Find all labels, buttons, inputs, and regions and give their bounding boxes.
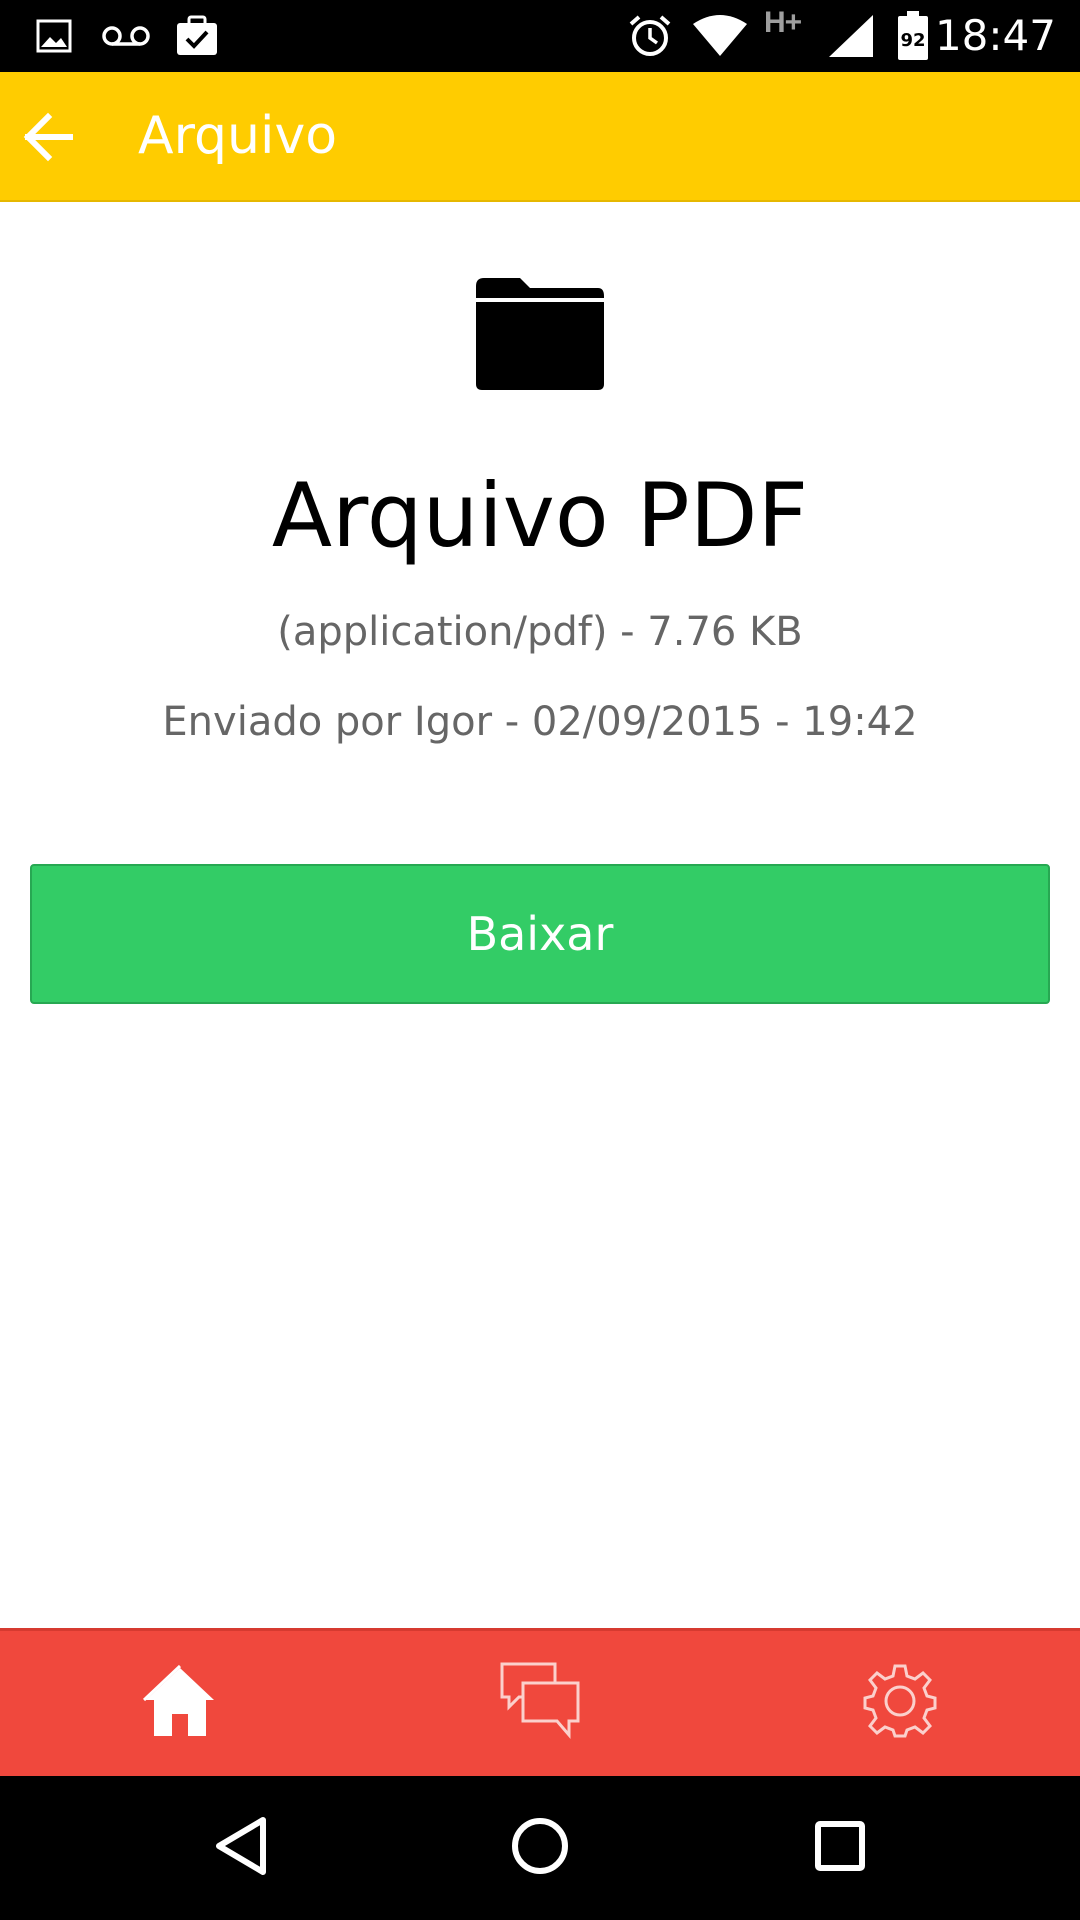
- image-icon: [34, 14, 74, 58]
- system-nav-bar: [0, 1776, 1080, 1920]
- nav-recents-button[interactable]: [760, 1776, 920, 1920]
- bottom-tab-bar: [0, 1628, 1080, 1776]
- gear-icon: [862, 1663, 938, 1744]
- nav-back-button[interactable]: [160, 1776, 320, 1920]
- status-bar: H+ 92 18:47: [0, 0, 1080, 72]
- alarm-icon: [626, 14, 674, 58]
- clipboard-check-icon: [174, 14, 220, 58]
- network-type: H+: [764, 6, 802, 39]
- download-button[interactable]: Baixar: [30, 864, 1050, 1004]
- wifi-icon: [690, 14, 750, 58]
- home-circle-icon: [510, 1816, 570, 1881]
- folder-icon: [470, 274, 608, 394]
- signal-icon: [826, 14, 876, 58]
- file-sender-info: Enviado por Igor - 02/09/2015 - 19:42: [162, 699, 918, 745]
- chat-icon: [499, 1661, 581, 1746]
- file-meta: (application/pdf) - 7.76 KB: [277, 609, 803, 655]
- page-title: Arquivo: [138, 106, 338, 166]
- battery-level: 92: [900, 30, 926, 51]
- voicemail-icon: [100, 14, 152, 58]
- tab-chat[interactable]: [360, 1631, 720, 1776]
- tab-home[interactable]: [0, 1631, 360, 1776]
- arrow-left-icon[interactable]: [20, 109, 76, 165]
- back-triangle-icon: [213, 1816, 267, 1881]
- home-icon: [142, 1664, 218, 1743]
- app-bar: Arquivo: [0, 72, 1080, 202]
- download-button-label: Baixar: [466, 907, 614, 961]
- status-clock: 18:47: [934, 11, 1056, 60]
- file-name: Arquivo PDF: [271, 464, 809, 567]
- nav-home-button[interactable]: [460, 1776, 620, 1920]
- tab-settings[interactable]: [720, 1631, 1080, 1776]
- recents-square-icon: [814, 1820, 866, 1877]
